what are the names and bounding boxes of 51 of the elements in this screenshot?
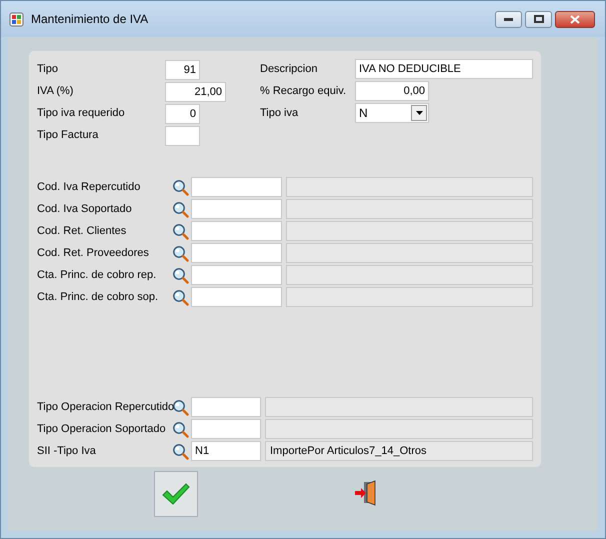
search-icon[interactable] [172,420,189,438]
confirm-button[interactable] [154,471,198,517]
search-icon[interactable] [172,244,189,262]
code-field[interactable] [191,243,282,263]
field-label: Tipo iva [260,106,300,121]
input-field[interactable]: 0 [165,104,200,124]
search-icon[interactable] [172,266,189,284]
field-label: Cod. Iva Repercutido [37,180,142,195]
code-field[interactable] [191,221,282,241]
field-label: Tipo [37,62,59,77]
field-label: Cod. Ret. Clientes [37,224,128,239]
minimize-button[interactable] [495,10,522,28]
dropdown[interactable]: N [355,103,429,123]
search-icon[interactable] [172,222,189,240]
input-field[interactable]: 0,00 [355,81,429,101]
field-label: Tipo Operacion Soportado [37,422,167,437]
field-label: Tipo Factura [37,128,100,143]
maximize-button[interactable] [525,10,552,28]
window-title: Mantenimiento de IVA [31,11,148,28]
code-field[interactable] [191,397,261,417]
input-field[interactable]: IVA NO DEDUCIBLE [355,59,533,79]
field-label: IVA (%) [37,84,74,99]
description-field: ImportePor Articulos7_14_Otros [265,441,533,461]
search-icon[interactable] [172,398,189,416]
app-icon [9,11,25,27]
field-label: % Recargo equiv. [260,84,348,99]
code-field[interactable] [191,199,282,219]
field-label: Descripcion [260,62,318,77]
search-icon[interactable] [172,288,189,306]
input-field[interactable]: 91 [165,60,200,80]
maximize-icon [534,15,544,23]
field-label: Cta. Princ. de cobro rep. [37,268,158,283]
close-button[interactable] [555,10,595,28]
search-icon[interactable] [172,200,189,218]
minimize-icon [504,18,513,20]
code-field[interactable] [191,287,282,307]
input-field[interactable]: 21,00 [165,82,226,102]
search-icon[interactable] [172,442,189,460]
field-label: Cod. Ret. Proveedores [37,246,150,261]
checkmark-icon [162,483,190,505]
field-label: Cta. Princ. de cobro sop. [37,290,160,305]
field-label: Cod. Iva Soportado [37,202,133,217]
field-label: SII -Tipo Iva [37,444,97,459]
close-icon [570,14,580,24]
search-icon[interactable] [172,178,189,196]
code-field[interactable] [191,419,261,439]
code-field[interactable]: N1 [191,441,261,461]
code-field[interactable] [191,265,282,285]
field-label: Tipo iva requerido [37,106,126,121]
code-field[interactable] [191,177,282,197]
input-field[interactable] [165,126,200,146]
